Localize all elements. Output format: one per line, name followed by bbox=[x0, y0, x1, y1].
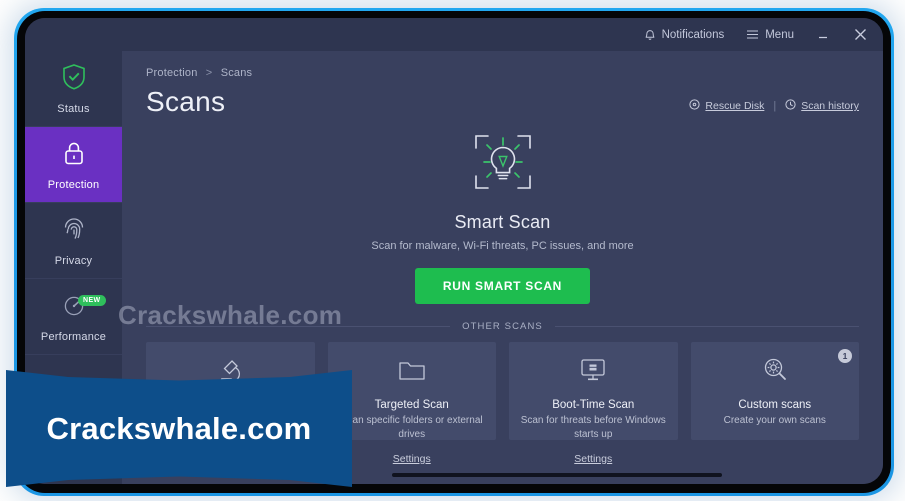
close-button[interactable] bbox=[852, 26, 869, 43]
card-title: Custom scans bbox=[738, 399, 812, 411]
notifications-label: Notifications bbox=[661, 28, 725, 41]
card-subtitle: Scan for threats before Windows starts u… bbox=[520, 415, 666, 440]
smart-scan-hero: Smart Scan Scan for malware, Wi-Fi threa… bbox=[146, 126, 859, 304]
main-content: Protection > Scans Scans Rescue Disk | S… bbox=[122, 51, 883, 484]
menu-label: Menu bbox=[765, 28, 794, 41]
sidebar: Status Protection Privacy NEW Performanc… bbox=[25, 51, 122, 484]
card-title: Targeted Scan bbox=[374, 399, 449, 411]
header-row: Scans Rescue Disk | Scan history bbox=[146, 86, 859, 118]
page-title: Scans bbox=[146, 86, 226, 117]
settings-cell-boot: Settings bbox=[509, 449, 678, 467]
folder-icon bbox=[396, 355, 428, 390]
card-targeted-scan[interactable]: Targeted Scan Scan specific folders or e… bbox=[327, 342, 496, 440]
card-title: Deep Scan bbox=[201, 401, 259, 413]
horizontal-scrollbar[interactable] bbox=[392, 473, 722, 477]
new-badge: NEW bbox=[78, 295, 106, 306]
hero-subtitle: Scan for malware, Wi-Fi threats, PC issu… bbox=[371, 240, 634, 252]
card-subtitle: Create your own scans bbox=[723, 415, 826, 426]
sidebar-item-label: Performance bbox=[40, 330, 107, 343]
settings-link[interactable]: Settings bbox=[574, 453, 612, 465]
sidebar-item-protection[interactable]: Protection bbox=[25, 127, 122, 203]
card-title: Boot-Time Scan bbox=[552, 399, 635, 411]
breadcrumb-parent[interactable]: Protection bbox=[146, 67, 198, 79]
magnifier-gear-icon bbox=[759, 355, 791, 390]
other-scans-divider: OTHER SCANS bbox=[146, 321, 860, 332]
lightbulb-scan-icon bbox=[466, 126, 540, 203]
app-window: Notifications Menu Status Protection Pri… bbox=[25, 18, 883, 484]
breadcrumb: Protection > Scans bbox=[146, 51, 859, 79]
divider-line-right bbox=[554, 326, 860, 327]
notifications-button[interactable]: Notifications bbox=[644, 28, 725, 41]
card-deep-scan[interactable]: Deep Scan bbox=[146, 342, 315, 440]
bell-icon bbox=[644, 28, 656, 41]
rescue-disk-link[interactable]: Rescue Disk bbox=[689, 99, 764, 113]
microscope-icon bbox=[214, 355, 246, 392]
card-boot-time-scan[interactable]: Boot-Time Scan Scan for threats before W… bbox=[509, 342, 678, 440]
header-link-divider: | bbox=[773, 100, 777, 112]
scan-history-label: Scan history bbox=[801, 100, 859, 112]
sidebar-item-performance[interactable]: NEW Performance bbox=[25, 279, 122, 355]
sidebar-item-status[interactable]: Status bbox=[25, 51, 122, 127]
sidebar-item-label: Privacy bbox=[54, 254, 93, 267]
card-subtitle: Scan specific folders or external drives bbox=[340, 415, 483, 440]
header-links: Rescue Disk | Scan history bbox=[689, 99, 859, 118]
lock-icon bbox=[61, 139, 87, 172]
menu-button[interactable]: Menu bbox=[746, 29, 794, 41]
hamburger-icon bbox=[746, 29, 759, 40]
card-badge-count: 1 bbox=[838, 349, 852, 363]
screenshot-stage: Notifications Menu Status Protection Pri… bbox=[0, 0, 905, 501]
sidebar-item-label: Status bbox=[57, 102, 90, 115]
settings-cell-targeted: Settings bbox=[328, 449, 497, 467]
rescue-disk-label: Rescue Disk bbox=[705, 100, 765, 112]
card-custom-scans[interactable]: 1 Custom scans Create your own scans bbox=[690, 342, 859, 440]
breadcrumb-separator: > bbox=[205, 67, 213, 79]
clock-icon bbox=[785, 99, 796, 113]
scan-history-link[interactable]: Scan history bbox=[785, 99, 859, 113]
disc-icon bbox=[689, 99, 701, 113]
settings-cell-custom bbox=[691, 449, 860, 467]
fingerprint-icon bbox=[61, 215, 87, 248]
shield-check-icon bbox=[61, 63, 87, 96]
hero-title: Smart Scan bbox=[454, 212, 551, 232]
minimize-button[interactable] bbox=[816, 29, 830, 41]
sidebar-item-extra[interactable] bbox=[25, 355, 122, 431]
sidebar-item-label: Protection bbox=[47, 178, 100, 191]
divider-line-left bbox=[146, 326, 451, 327]
settings-link[interactable]: Settings bbox=[393, 453, 431, 465]
title-bar: Notifications Menu bbox=[25, 18, 883, 51]
scan-cards: Deep Scan Targeted Scan Scan specific fo… bbox=[146, 342, 859, 440]
sidebar-item-privacy[interactable]: Privacy bbox=[25, 203, 122, 279]
run-smart-scan-button[interactable]: RUN SMART SCAN bbox=[414, 268, 591, 304]
settings-cell-deep bbox=[146, 449, 315, 467]
breadcrumb-current[interactable]: Scans bbox=[221, 67, 253, 79]
settings-links-row: Settings Settings bbox=[146, 449, 859, 467]
other-scans-label: OTHER SCANS bbox=[462, 321, 543, 332]
monitor-windows-icon bbox=[577, 355, 609, 390]
